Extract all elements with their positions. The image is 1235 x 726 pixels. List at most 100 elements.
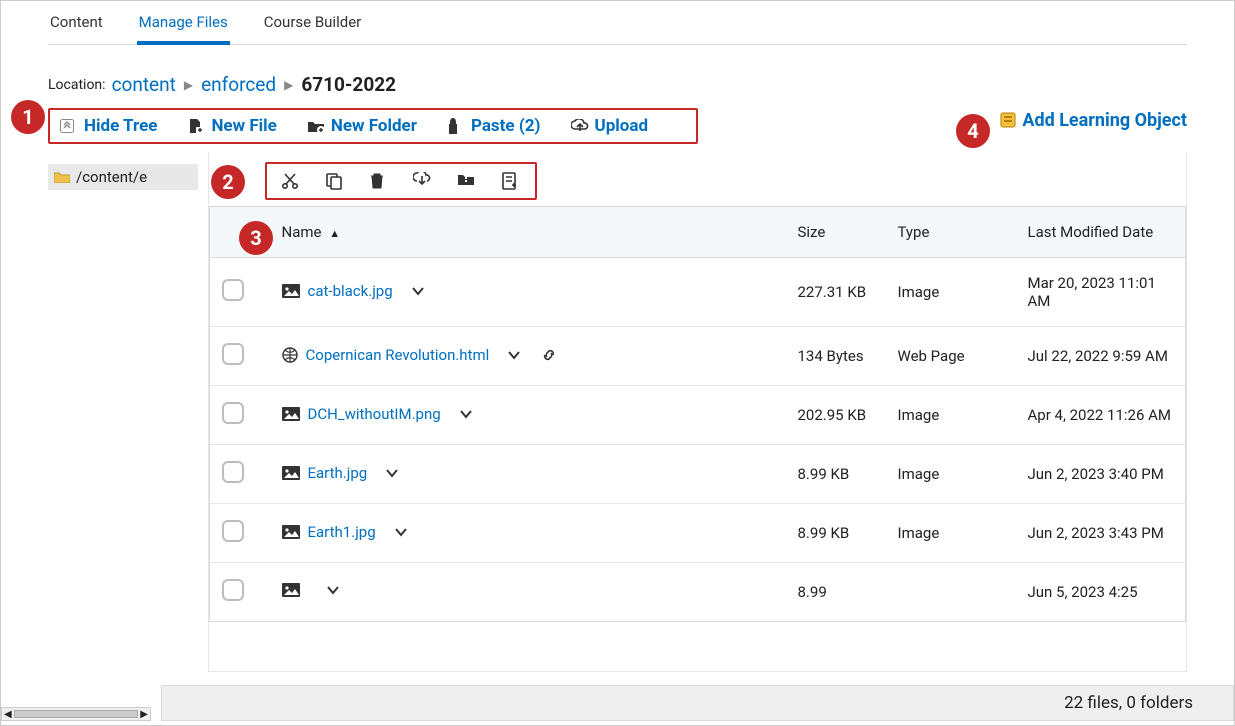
breadcrumb-sep: ▶ (184, 78, 193, 92)
row-checkbox[interactable] (222, 579, 244, 601)
annotation-badge-3: 3 (239, 221, 273, 255)
table-row: Earth.jpg 8.99 KBImageJun 2, 2023 3:40 PM (210, 445, 1186, 504)
file-menu-chevron-icon[interactable] (507, 350, 521, 360)
file-menu-chevron-icon[interactable] (459, 409, 473, 419)
new-folder-icon (307, 119, 325, 133)
tree-hscrollbar[interactable]: ◀ ▶ (1, 707, 151, 721)
upload-icon (571, 119, 589, 133)
file-modified: Mar 20, 2023 11:01 AM (1016, 258, 1186, 327)
file-type-icon (282, 347, 298, 363)
row-checkbox[interactable] (222, 402, 244, 424)
copy-icon[interactable] (325, 172, 345, 190)
file-modified: Apr 4, 2022 11:26 AM (1016, 386, 1186, 445)
add-learning-object-label: Add Learning Object (1022, 110, 1187, 131)
new-file-button[interactable]: New File (187, 116, 276, 136)
table-row: cat-black.jpg 227.31 KBImageMar 20, 2023 … (210, 258, 1186, 327)
status-summary: 22 files, 0 folders (1064, 693, 1193, 713)
paste-icon (447, 118, 465, 134)
add-learning-object-button[interactable]: Add Learning Object (1000, 110, 1187, 131)
new-folder-label: New Folder (331, 116, 417, 136)
download-icon[interactable] (413, 172, 433, 190)
annotation-badge-4: 4 (956, 114, 990, 148)
file-type: Image (886, 258, 1016, 327)
table-row: DCH_withoutIM.png202.95 KBImageApr 4, 20… (210, 386, 1186, 445)
file-type: Image (886, 504, 1016, 563)
cut-icon[interactable] (281, 172, 301, 190)
file-scroll-viewport[interactable]: Name ▲ Size Type Last Modified Date cat-… (208, 152, 1187, 672)
tab-manage-files[interactable]: Manage Files (137, 9, 230, 45)
scroll-right-icon[interactable]: ▶ (140, 709, 148, 720)
upload-label: Upload (595, 116, 649, 136)
location-label: Location: (48, 77, 106, 93)
col-name[interactable]: Name ▲ (270, 207, 786, 258)
upload-button[interactable]: Upload (571, 116, 649, 136)
file-name-link[interactable]: Earth.jpg (308, 464, 368, 482)
status-bar: 22 files, 0 folders (161, 685, 1234, 721)
new-file-label: New File (211, 116, 276, 136)
file-size: 8.99 KB (786, 445, 886, 504)
row-checkbox[interactable] (222, 520, 244, 542)
bulk-edit-icon[interactable] (501, 172, 521, 190)
breadcrumb: Location: content ▶ enforced ▶ 6710-2022 (48, 73, 1187, 96)
file-type: Image (886, 445, 1016, 504)
file-type-icon (282, 583, 300, 597)
tab-content[interactable]: Content (48, 9, 105, 45)
col-name-label: Name (282, 223, 322, 241)
sort-asc-icon: ▲ (329, 227, 340, 240)
file-listing-area: Name ▲ Size Type Last Modified Date cat-… (208, 152, 1187, 712)
table-row: Earth1.jpg 8.99 KBImageJun 2, 2023 3:43 P… (210, 504, 1186, 563)
file-menu-chevron-icon[interactable] (411, 286, 425, 296)
breadcrumb-current: 6710-2022 (301, 73, 396, 96)
scroll-left-icon[interactable]: ◀ (4, 709, 12, 720)
file-type (886, 563, 1016, 622)
toolbar: Hide Tree New File New Folder (48, 108, 698, 144)
file-size: 202.95 KB (786, 386, 886, 445)
file-modified: Jun 2, 2023 3:43 PM (1016, 504, 1186, 563)
file-menu-chevron-icon[interactable] (385, 468, 399, 478)
learning-object-icon (1000, 112, 1016, 128)
row-checkbox[interactable] (222, 343, 244, 365)
table-row: 8.99 Jun 5, 2023 4:25 (210, 563, 1186, 622)
breadcrumb-enforced[interactable]: enforced (201, 73, 276, 96)
collapse-icon (60, 119, 78, 133)
file-menu-chevron-icon[interactable] (326, 585, 340, 595)
annotation-badge-2: 2 (211, 165, 245, 199)
file-modified: Jun 5, 2023 4:25 (1016, 563, 1186, 622)
col-modified[interactable]: Last Modified Date (1016, 207, 1186, 258)
file-type-icon (282, 466, 300, 480)
file-table: Name ▲ Size Type Last Modified Date cat-… (209, 206, 1186, 622)
file-name-link[interactable]: DCH_withoutIM.png (308, 405, 441, 423)
tree-root-item[interactable]: /content/e (48, 164, 198, 190)
file-name-link[interactable]: Earth1.jpg (308, 523, 376, 541)
file-modified: Jul 22, 2022 9:59 AM (1016, 327, 1186, 386)
trash-icon[interactable] (369, 172, 389, 190)
link-icon[interactable] (541, 347, 557, 363)
breadcrumb-content[interactable]: content (112, 73, 176, 96)
col-type[interactable]: Type (886, 207, 1016, 258)
paste-button[interactable]: Paste (2) (447, 116, 541, 136)
breadcrumb-sep: ▶ (284, 78, 293, 92)
file-size: 8.99 (786, 563, 886, 622)
file-type: Web Page (886, 327, 1016, 386)
file-actions-toolbar (265, 162, 537, 200)
file-modified: Jun 2, 2023 3:40 PM (1016, 445, 1186, 504)
file-menu-chevron-icon[interactable] (394, 527, 408, 537)
paste-label: Paste (2) (471, 116, 541, 136)
hide-tree-label: Hide Tree (84, 116, 157, 136)
new-folder-button[interactable]: New Folder (307, 116, 417, 136)
annotation-badge-1: 1 (11, 100, 45, 134)
hide-tree-button[interactable]: Hide Tree (60, 116, 157, 136)
file-size: 227.31 KB (786, 258, 886, 327)
file-name-link[interactable]: Copernican Revolution.html (306, 346, 490, 364)
file-tree: /content/e (48, 152, 198, 712)
file-size: 134 Bytes (786, 327, 886, 386)
row-checkbox[interactable] (222, 461, 244, 483)
new-file-icon (187, 118, 205, 134)
folder-icon (54, 171, 70, 183)
file-size: 8.99 KB (786, 504, 886, 563)
col-size[interactable]: Size (786, 207, 886, 258)
zip-icon[interactable] (457, 172, 477, 190)
tab-course-builder[interactable]: Course Builder (262, 9, 364, 45)
file-name-link[interactable]: cat-black.jpg (308, 282, 393, 300)
row-checkbox[interactable] (222, 279, 244, 301)
